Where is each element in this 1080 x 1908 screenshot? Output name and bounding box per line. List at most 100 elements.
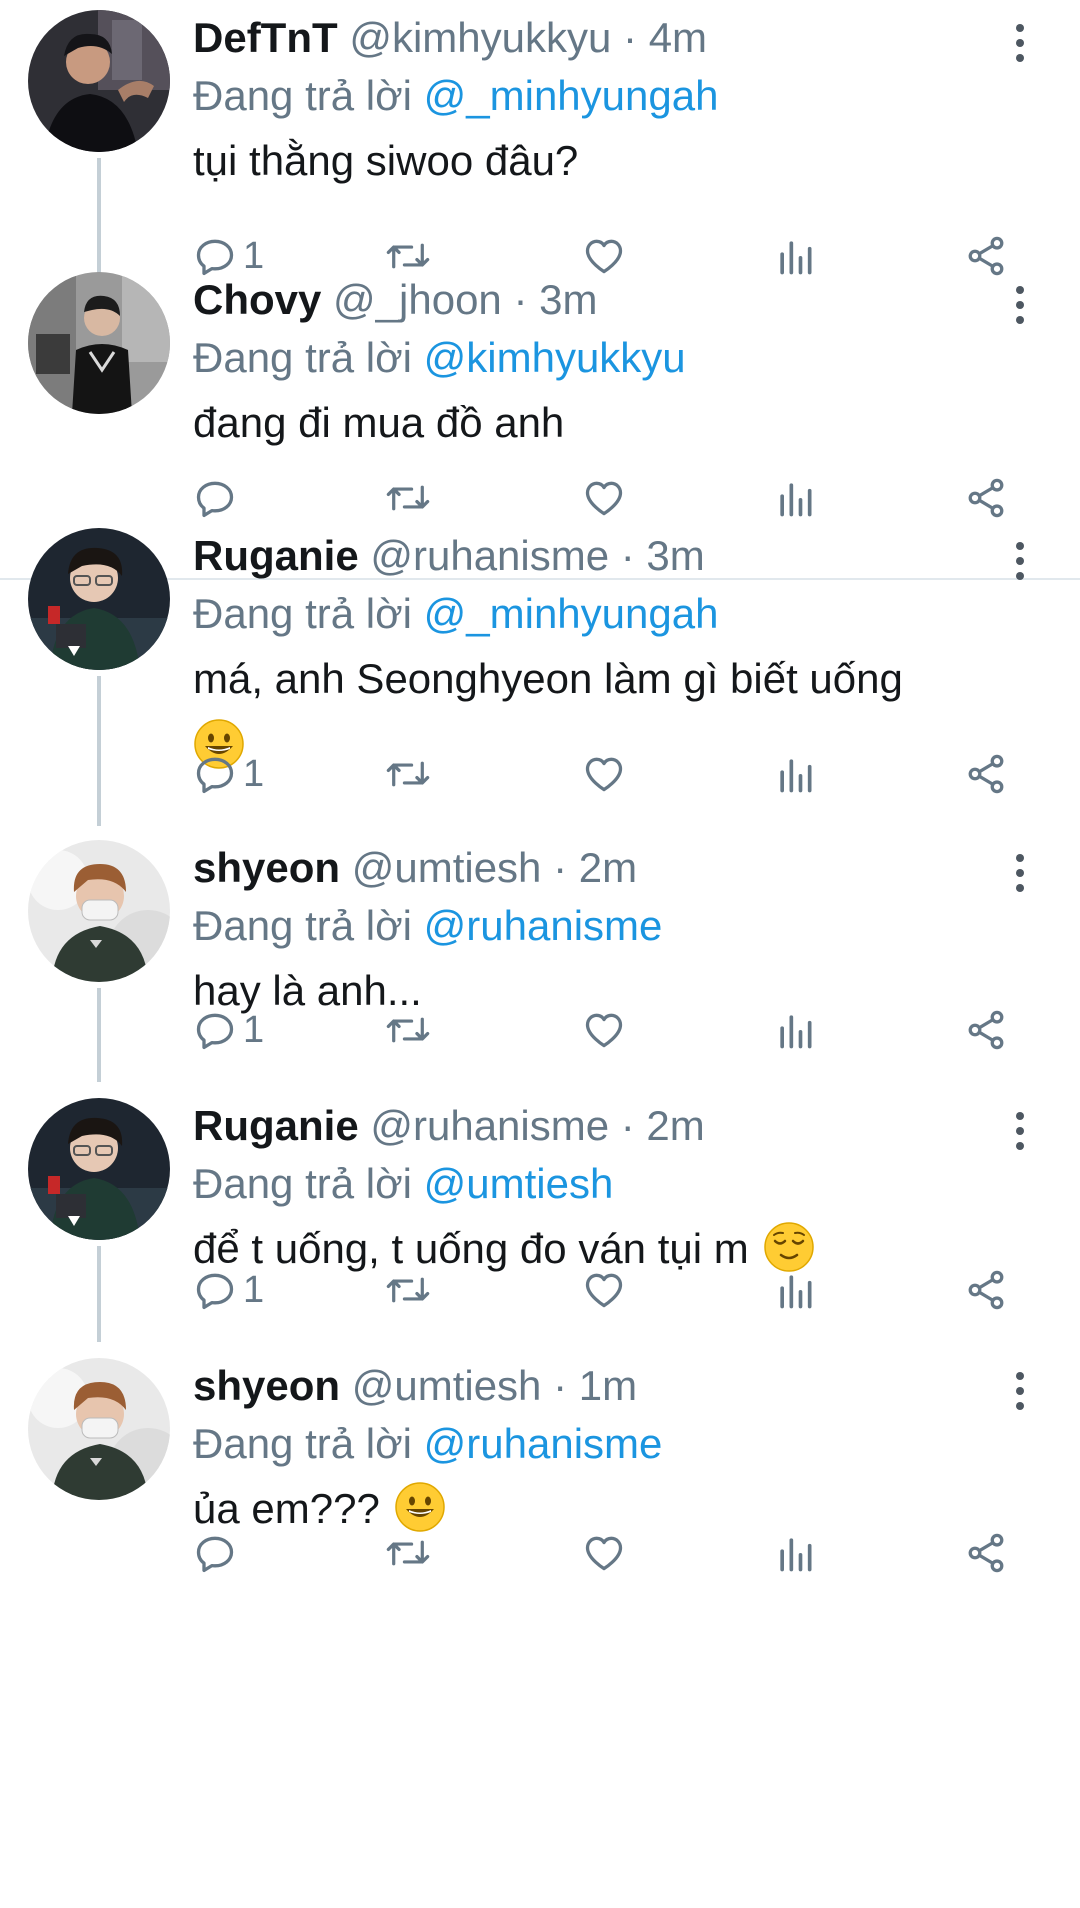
timestamp[interactable]: 2m [646, 1102, 704, 1149]
avatar[interactable] [28, 528, 170, 670]
retweet-icon [383, 476, 433, 520]
reply-count: 1 [243, 752, 265, 795]
tweet-header: shyeon @umtiesh · 1m [193, 1356, 993, 1416]
action-bar: 1 [193, 1000, 1033, 1060]
tweet-header: DefTnT @kimhyukkyu · 4m [193, 8, 993, 68]
mention-link[interactable]: @_minhyungah [424, 72, 719, 119]
display-name[interactable]: shyeon [193, 1362, 340, 1409]
thread-line [97, 1246, 101, 1342]
separator-dot: · [609, 1102, 647, 1149]
reply-icon [193, 1008, 237, 1052]
display-name[interactable]: shyeon [193, 844, 340, 891]
display-name[interactable]: Chovy [193, 276, 321, 323]
action-bar [193, 1523, 1033, 1583]
tweet[interactable]: Ruganie @ruhanisme · 3m Đang trả lời @_mi… [0, 518, 1080, 826]
reply-count: 1 [243, 1268, 265, 1311]
user-handle[interactable]: @ruhanisme [370, 532, 609, 579]
timestamp[interactable]: 2m [579, 844, 637, 891]
retweet-button[interactable] [383, 744, 433, 804]
separator-dot: · [541, 1362, 579, 1409]
user-handle[interactable]: @kimhyukkyu [349, 14, 611, 61]
more-vertical-icon[interactable] [1000, 18, 1040, 68]
avatar[interactable] [28, 840, 170, 982]
tweet[interactable]: Ruganie @ruhanisme · 2m Đang trả lời @umt… [0, 1088, 1080, 1342]
replying-to-label: Đang trả lời [193, 1420, 412, 1467]
replying-to: Đang trả lời @_minhyungah [193, 584, 993, 644]
retweet-button[interactable] [383, 1260, 433, 1320]
avatar[interactable] [28, 272, 170, 414]
reply-button[interactable]: 1 [193, 744, 264, 804]
heart-icon [581, 752, 627, 796]
reply-icon [193, 752, 237, 796]
retweet-button[interactable] [383, 1523, 433, 1583]
heart-icon [581, 1268, 627, 1312]
timestamp[interactable]: 3m [539, 276, 597, 323]
share-button[interactable] [963, 1523, 1009, 1583]
user-handle[interactable]: @umtiesh [352, 1362, 542, 1409]
more-vertical-icon[interactable] [1000, 536, 1040, 586]
retweet-button[interactable] [383, 1000, 433, 1060]
share-button[interactable] [963, 1000, 1009, 1060]
timestamp[interactable]: 3m [646, 532, 704, 579]
display-name[interactable]: Ruganie [193, 532, 359, 579]
user-handle[interactable]: @ruhanisme [370, 1102, 609, 1149]
analytics-button[interactable] [773, 1523, 817, 1583]
reply-button[interactable]: 1 [193, 1000, 264, 1060]
retweet-icon [383, 752, 433, 796]
more-vertical-icon[interactable] [1000, 280, 1040, 330]
tweet[interactable]: Chovy @_jhoon · 3m Đang trả lời @kimhyukk… [0, 262, 1080, 538]
reply-icon [193, 1531, 237, 1575]
tweet[interactable]: shyeon @umtiesh · 1m Đang trả lời @ruhani… [0, 1348, 1080, 1593]
display-name[interactable]: DefTnT [193, 14, 338, 61]
share-button[interactable] [963, 744, 1009, 804]
timestamp[interactable]: 1m [579, 1362, 637, 1409]
tweet-header: Ruganie @ruhanisme · 2m [193, 1096, 993, 1156]
reply-count: 1 [243, 1008, 265, 1051]
user-handle[interactable]: @umtiesh [352, 844, 542, 891]
mention-link[interactable]: @_minhyungah [424, 590, 719, 637]
user-handle[interactable]: @_jhoon [333, 276, 502, 323]
separator-dot: · [611, 14, 649, 61]
more-vertical-icon[interactable] [1000, 848, 1040, 898]
more-vertical-icon[interactable] [1000, 1106, 1040, 1156]
like-button[interactable] [581, 1523, 627, 1583]
tweet[interactable]: DefTnT @kimhyukkyu · 4m Đang trả lời @_mi… [0, 0, 1080, 308]
heart-icon [581, 1531, 627, 1575]
reply-button[interactable]: 1 [193, 1260, 264, 1320]
tweet-text: tụi thằng siwoo đâu? [193, 128, 1023, 194]
replying-to-label: Đang trả lời [193, 902, 412, 949]
more-vertical-icon[interactable] [1000, 1366, 1040, 1416]
analytics-icon [773, 1531, 817, 1575]
display-name[interactable]: Ruganie [193, 1102, 359, 1149]
share-icon [963, 1008, 1009, 1052]
avatar[interactable] [28, 1358, 170, 1500]
retweet-icon [383, 1531, 433, 1575]
timestamp[interactable]: 4m [649, 14, 707, 61]
like-button[interactable] [581, 1000, 627, 1060]
mention-link[interactable]: @ruhanisme [424, 1420, 663, 1467]
avatar[interactable] [28, 10, 170, 152]
like-button[interactable] [581, 1260, 627, 1320]
tweet[interactable]: shyeon @umtiesh · 2m Đang trả lời @ruhani… [0, 830, 1080, 1082]
replying-to-label: Đang trả lời [193, 590, 412, 637]
mention-link[interactable]: @ruhanisme [424, 902, 663, 949]
tweet-text-content: đang đi mua đồ anh [193, 399, 565, 446]
reply-button[interactable] [193, 1523, 243, 1583]
mention-link[interactable]: @umtiesh [424, 1160, 614, 1207]
tweet-text-content: má, anh Seonghyeon làm gì biết uống [193, 655, 903, 702]
analytics-button[interactable] [773, 744, 817, 804]
share-button[interactable] [963, 1260, 1009, 1320]
avatar[interactable] [28, 1098, 170, 1240]
mention-link[interactable]: @kimhyukkyu [424, 334, 686, 381]
tweet-header: shyeon @umtiesh · 2m [193, 838, 993, 898]
like-button[interactable] [581, 744, 627, 804]
tweet-header: Chovy @_jhoon · 3m [193, 270, 993, 330]
analytics-button[interactable] [773, 1000, 817, 1060]
analytics-button[interactable] [773, 1260, 817, 1320]
thread-line [97, 676, 101, 826]
